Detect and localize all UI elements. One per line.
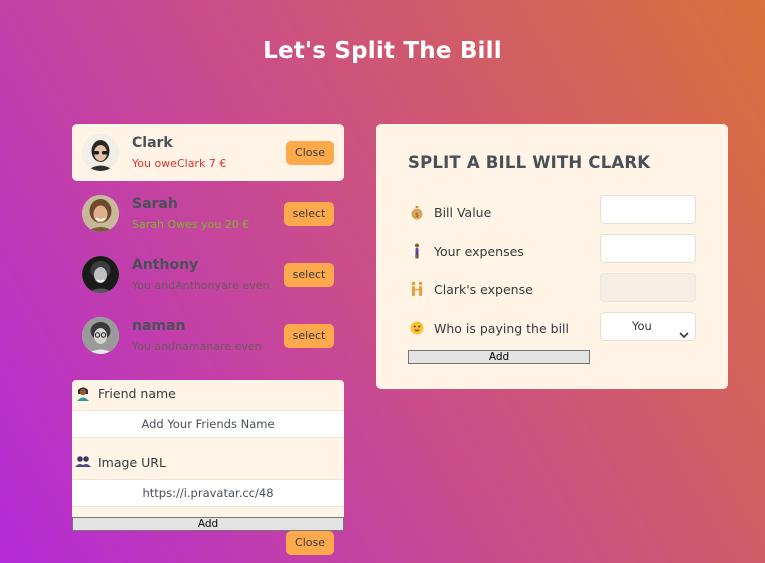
friend-name: Anthony <box>132 257 199 273</box>
friend-name: Sarah <box>132 196 178 212</box>
chevron-down-icon <box>679 322 689 349</box>
split-bill-add-button[interactable]: Add <box>408 350 590 364</box>
friend-balance: Sarah Owes you 20 € <box>132 218 250 231</box>
friend-item-sarah[interactable]: Sarah Sarah Owes you 20 € select <box>72 185 344 242</box>
friend-balance: You andnamanare even <box>132 340 262 353</box>
friend-name-input[interactable]: Add Your Friends Name <box>72 410 344 438</box>
person-standing-icon <box>410 243 424 259</box>
payer-select[interactable]: You <box>600 312 696 341</box>
people-icon <box>75 454 91 470</box>
money-bag-icon: $ <box>410 204 424 220</box>
avatar <box>82 256 119 293</box>
friend-name: naman <box>132 318 186 334</box>
smiley-icon <box>410 320 424 336</box>
avatar <box>82 195 119 232</box>
people-holding-hands-icon <box>410 281 424 297</box>
select-friend-button[interactable]: select <box>284 263 334 287</box>
select-friend-button[interactable]: select <box>284 202 334 226</box>
person-icon <box>75 385 91 401</box>
bill-value-input[interactable] <box>600 195 696 224</box>
page-title: Let's Split The Bill <box>263 38 502 64</box>
friend-balance: You andAnthonyare even <box>132 279 270 292</box>
friend-item-anthony[interactable]: Anthony You andAnthonyare even select <box>72 246 344 303</box>
friend-item-naman[interactable]: naman You andnamanare even select <box>72 307 344 364</box>
svg-text:$: $ <box>415 212 419 219</box>
avatar <box>82 317 119 354</box>
image-url-input[interactable]: https://i.pravatar.cc/48 <box>72 479 344 507</box>
avatar <box>82 134 119 171</box>
close-friend-button[interactable]: Close <box>286 141 334 165</box>
payer-selected-value: You <box>632 319 652 333</box>
close-form-button[interactable]: Close <box>286 531 334 555</box>
add-friend-button[interactable]: Add <box>72 517 344 531</box>
split-bill-panel: SPLIT A BILL WITH CLARK $ Bill Value You… <box>376 124 728 389</box>
friend-name: Clark <box>132 135 173 151</box>
add-friend-form: Friend name Add Your Friends Name Image … <box>72 380 344 530</box>
split-bill-title: SPLIT A BILL WITH CLARK <box>408 153 651 172</box>
friend-item-clark[interactable]: Clark You oweClark 7 € Close <box>72 124 344 181</box>
friend-balance: You oweClark 7 € <box>132 157 227 170</box>
friend-expense-input <box>600 273 696 302</box>
your-expenses-input[interactable] <box>600 234 696 263</box>
select-friend-button[interactable]: select <box>284 324 334 348</box>
